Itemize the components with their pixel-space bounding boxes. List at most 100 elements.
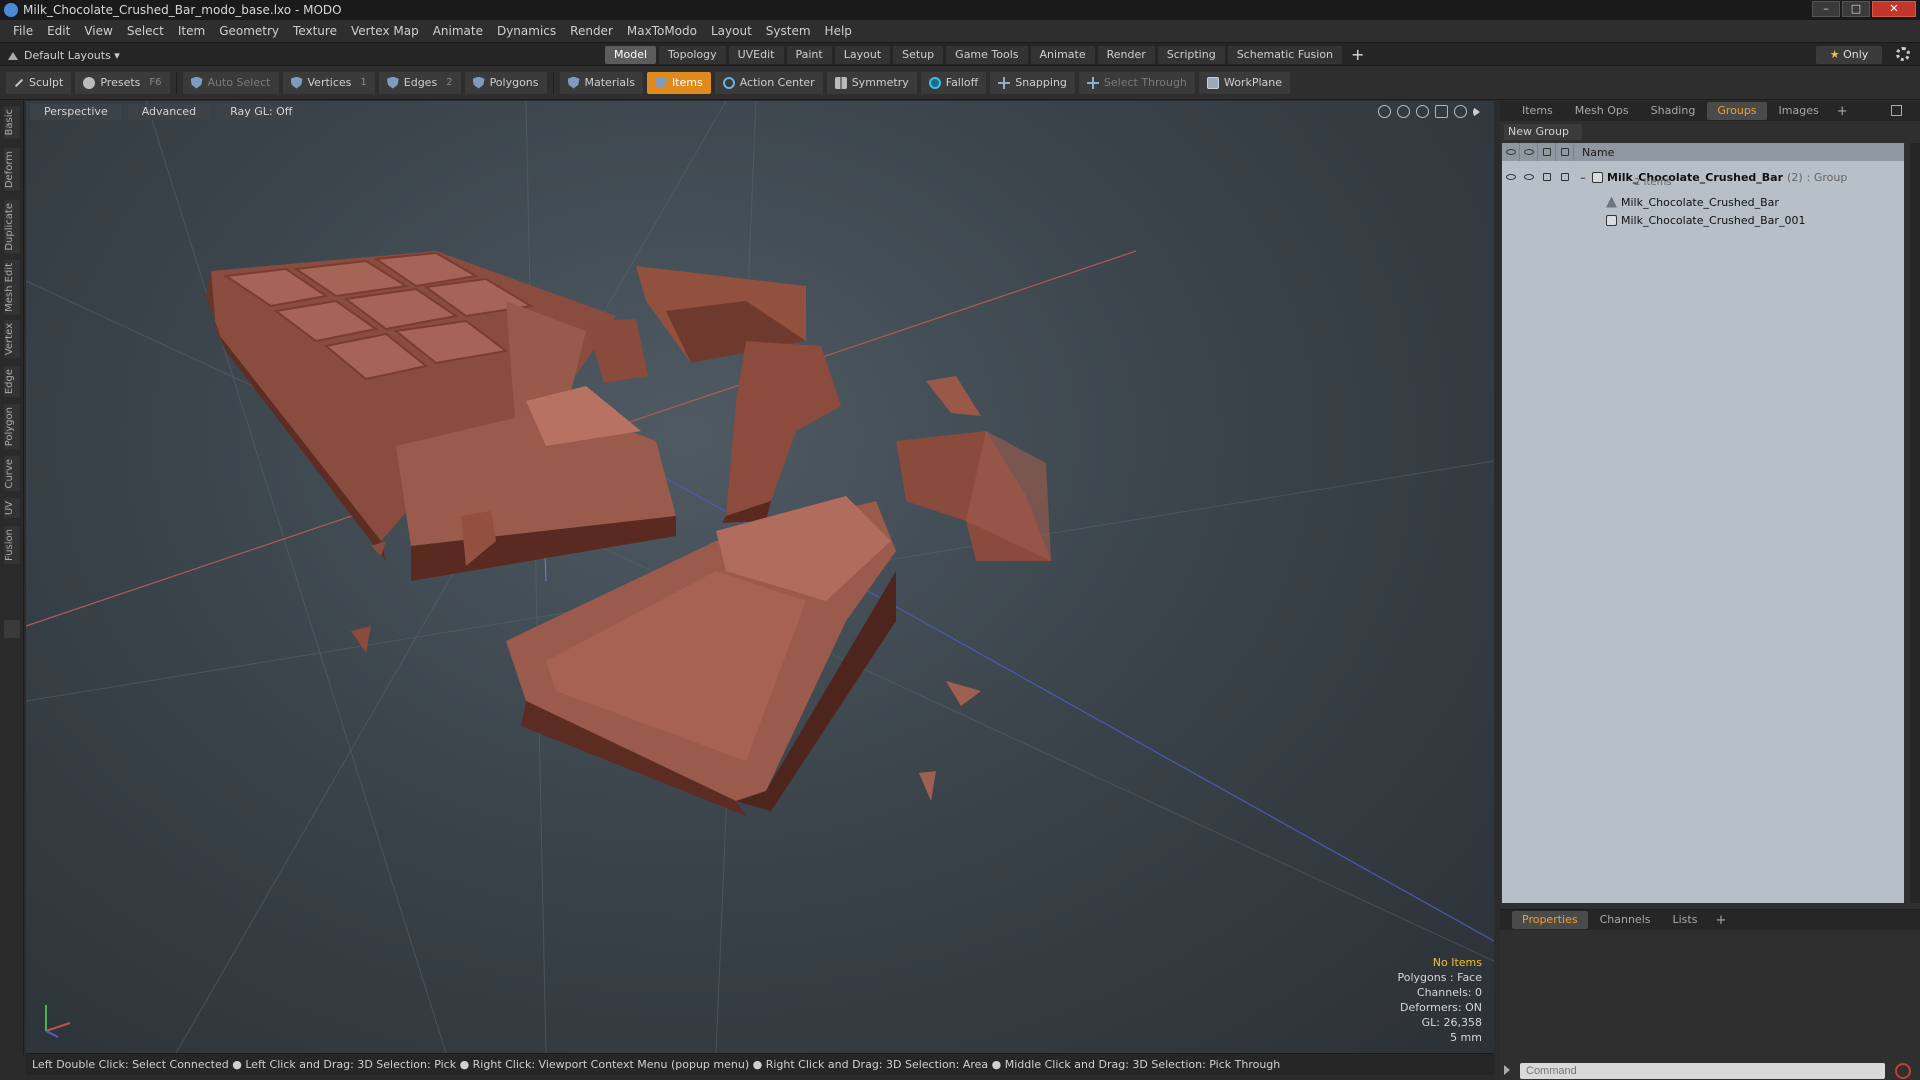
tab-items[interactable]: Items bbox=[1512, 102, 1563, 120]
tab-properties[interactable]: Properties bbox=[1512, 911, 1588, 929]
zoom-icon[interactable] bbox=[1416, 105, 1429, 118]
tab-layout[interactable]: Layout bbox=[834, 46, 891, 64]
vtab-mesh-edit[interactable]: Mesh Edit bbox=[4, 260, 20, 315]
menu-maxtomodo[interactable]: MaxToModo bbox=[620, 20, 704, 42]
3d-viewport[interactable]: Perspective Advanced Ray GL: Off No Item… bbox=[26, 101, 1494, 1053]
select-column[interactable] bbox=[1556, 143, 1574, 161]
row-render-toggle[interactable] bbox=[1520, 168, 1538, 186]
expand-panel-icon[interactable] bbox=[1891, 105, 1902, 116]
name-column-header[interactable]: Name bbox=[1574, 146, 1614, 159]
tab-images[interactable]: Images bbox=[1769, 102, 1829, 120]
minimize-button[interactable]: – bbox=[1812, 1, 1840, 17]
presets-button[interactable]: Presets F6 bbox=[75, 71, 170, 94]
action-center-button[interactable]: Action Center bbox=[714, 71, 823, 94]
row-visibility-toggle[interactable] bbox=[1502, 168, 1520, 186]
tab-topology[interactable]: Topology bbox=[659, 46, 726, 64]
row-select-toggle[interactable] bbox=[1556, 168, 1574, 186]
tab-scripting[interactable]: Scripting bbox=[1157, 46, 1225, 64]
close-button[interactable]: ✕ bbox=[1872, 1, 1916, 17]
menu-dynamics[interactable]: Dynamics bbox=[490, 20, 563, 42]
materials-button[interactable]: Materials bbox=[559, 71, 643, 94]
menu-view[interactable]: View bbox=[77, 20, 119, 42]
tab-lists[interactable]: Lists bbox=[1663, 911, 1708, 929]
shading-mode-button[interactable]: Advanced bbox=[127, 104, 211, 120]
menu-render[interactable]: Render bbox=[563, 20, 620, 42]
menu-item[interactable]: Item bbox=[171, 20, 212, 42]
command-arrow-icon[interactable] bbox=[1504, 1065, 1510, 1075]
vtab-curve[interactable]: Curve bbox=[4, 456, 20, 492]
edges-button[interactable]: Edges 2 bbox=[378, 71, 461, 94]
menu-file[interactable]: File bbox=[6, 20, 40, 42]
menu-texture[interactable]: Texture bbox=[286, 20, 344, 42]
vertices-button[interactable]: Vertices 1 bbox=[282, 71, 375, 94]
groups-scrollbar[interactable] bbox=[1910, 143, 1920, 903]
menu-vertex-map[interactable]: Vertex Map bbox=[344, 20, 426, 42]
snapping-button[interactable]: Snapping bbox=[990, 71, 1075, 94]
tab-setup[interactable]: Setup bbox=[893, 46, 944, 64]
add-tab-plus-icon[interactable]: + bbox=[1709, 913, 1732, 928]
menu-animate[interactable]: Animate bbox=[426, 20, 490, 42]
group-row[interactable]: – Milk_Chocolate_Crushed_Bar (2) : Group… bbox=[1502, 161, 1904, 193]
visibility-column[interactable] bbox=[1502, 143, 1520, 161]
collapse-icon[interactable]: – bbox=[1574, 171, 1592, 184]
tab-shading[interactable]: Shading bbox=[1641, 102, 1706, 120]
tab-channels[interactable]: Channels bbox=[1590, 911, 1661, 929]
list-item[interactable]: Milk_Chocolate_Crushed_Bar_001 bbox=[1502, 211, 1904, 229]
add-tab-plus-icon[interactable]: + bbox=[1831, 104, 1854, 119]
layout-preset-dropdown[interactable]: Default Layouts ▾ bbox=[8, 46, 120, 64]
vtab-uv[interactable]: UV bbox=[4, 498, 20, 519]
vtab-polygon[interactable]: Polygon bbox=[4, 404, 20, 450]
tab-paint[interactable]: Paint bbox=[786, 46, 832, 64]
tab-schematic-fusion[interactable]: Schematic Fusion bbox=[1227, 46, 1343, 64]
workplane-button[interactable]: WorkPlane bbox=[1198, 71, 1290, 94]
vtab-basic[interactable]: Basic bbox=[4, 106, 20, 139]
tab-uvedit[interactable]: UVEdit bbox=[728, 46, 784, 64]
select-through-button[interactable]: Select Through bbox=[1078, 71, 1195, 94]
tab-game-tools[interactable]: Game Tools bbox=[946, 46, 1028, 64]
menu-system[interactable]: System bbox=[759, 20, 818, 42]
gear-icon[interactable] bbox=[1896, 47, 1910, 61]
rotate-icon[interactable] bbox=[1397, 105, 1410, 118]
tab-groups[interactable]: Groups bbox=[1707, 102, 1767, 120]
vtab-deform[interactable]: Deform bbox=[4, 148, 20, 192]
symmetry-button[interactable]: Symmetry bbox=[826, 71, 917, 94]
menu-geometry[interactable]: Geometry bbox=[212, 20, 286, 42]
vtab-edge[interactable]: Edge bbox=[4, 366, 20, 398]
view-mode-button[interactable]: Perspective bbox=[30, 104, 122, 120]
tab-model[interactable]: Model bbox=[605, 46, 657, 64]
new-group-button[interactable]: New Group bbox=[1504, 124, 1582, 140]
raygl-button[interactable]: Ray GL: Off bbox=[216, 104, 307, 120]
items-button[interactable]: Items bbox=[646, 71, 711, 94]
lock-column[interactable] bbox=[1538, 143, 1556, 161]
tab-render[interactable]: Render bbox=[1097, 46, 1155, 64]
polygons-button[interactable]: Polygons bbox=[464, 71, 547, 94]
collapse-up-icon[interactable] bbox=[8, 50, 18, 60]
vtab-fusion[interactable]: Fusion bbox=[4, 526, 20, 564]
menu-edit[interactable]: Edit bbox=[40, 20, 77, 42]
viewport-settings-icon[interactable] bbox=[1454, 105, 1467, 118]
render-column[interactable] bbox=[1520, 143, 1538, 161]
maximize-button[interactable]: □ bbox=[1842, 1, 1870, 17]
tab-animate[interactable]: Animate bbox=[1030, 46, 1095, 64]
sculpt-button[interactable]: Sculpt bbox=[6, 71, 72, 94]
auto-select-button[interactable]: Auto Select bbox=[182, 71, 279, 94]
maximize-viewport-icon[interactable] bbox=[1435, 105, 1448, 118]
menu-layout[interactable]: Layout bbox=[704, 20, 759, 42]
viewport-scene[interactable] bbox=[26, 101, 1494, 1053]
list-item[interactable]: Milk_Chocolate_Crushed_Bar bbox=[1502, 193, 1904, 211]
falloff-button[interactable]: Falloff bbox=[920, 71, 987, 94]
command-stop-icon[interactable] bbox=[1895, 1063, 1911, 1079]
add-tab-plus-icon[interactable]: + bbox=[1345, 46, 1370, 64]
pan-icon[interactable] bbox=[1378, 105, 1391, 118]
tab-mesh-ops[interactable]: Mesh Ops bbox=[1565, 102, 1639, 120]
menu-select[interactable]: Select bbox=[120, 20, 171, 42]
vtab-vertex[interactable]: Vertex bbox=[4, 320, 20, 359]
only-toggle-button[interactable]: ★ Only bbox=[1816, 46, 1882, 64]
viewport-menu-arrow-icon[interactable] bbox=[1473, 107, 1480, 117]
row-lock-toggle[interactable] bbox=[1538, 168, 1556, 186]
menu-help[interactable]: Help bbox=[818, 20, 859, 42]
command-input[interactable] bbox=[1520, 1063, 1885, 1079]
layout-bar: Default Layouts ▾ Model Topology UVEdit … bbox=[0, 42, 1920, 66]
vtab-duplicate[interactable]: Duplicate bbox=[4, 200, 20, 254]
lock-tabs-button[interactable] bbox=[4, 620, 20, 638]
